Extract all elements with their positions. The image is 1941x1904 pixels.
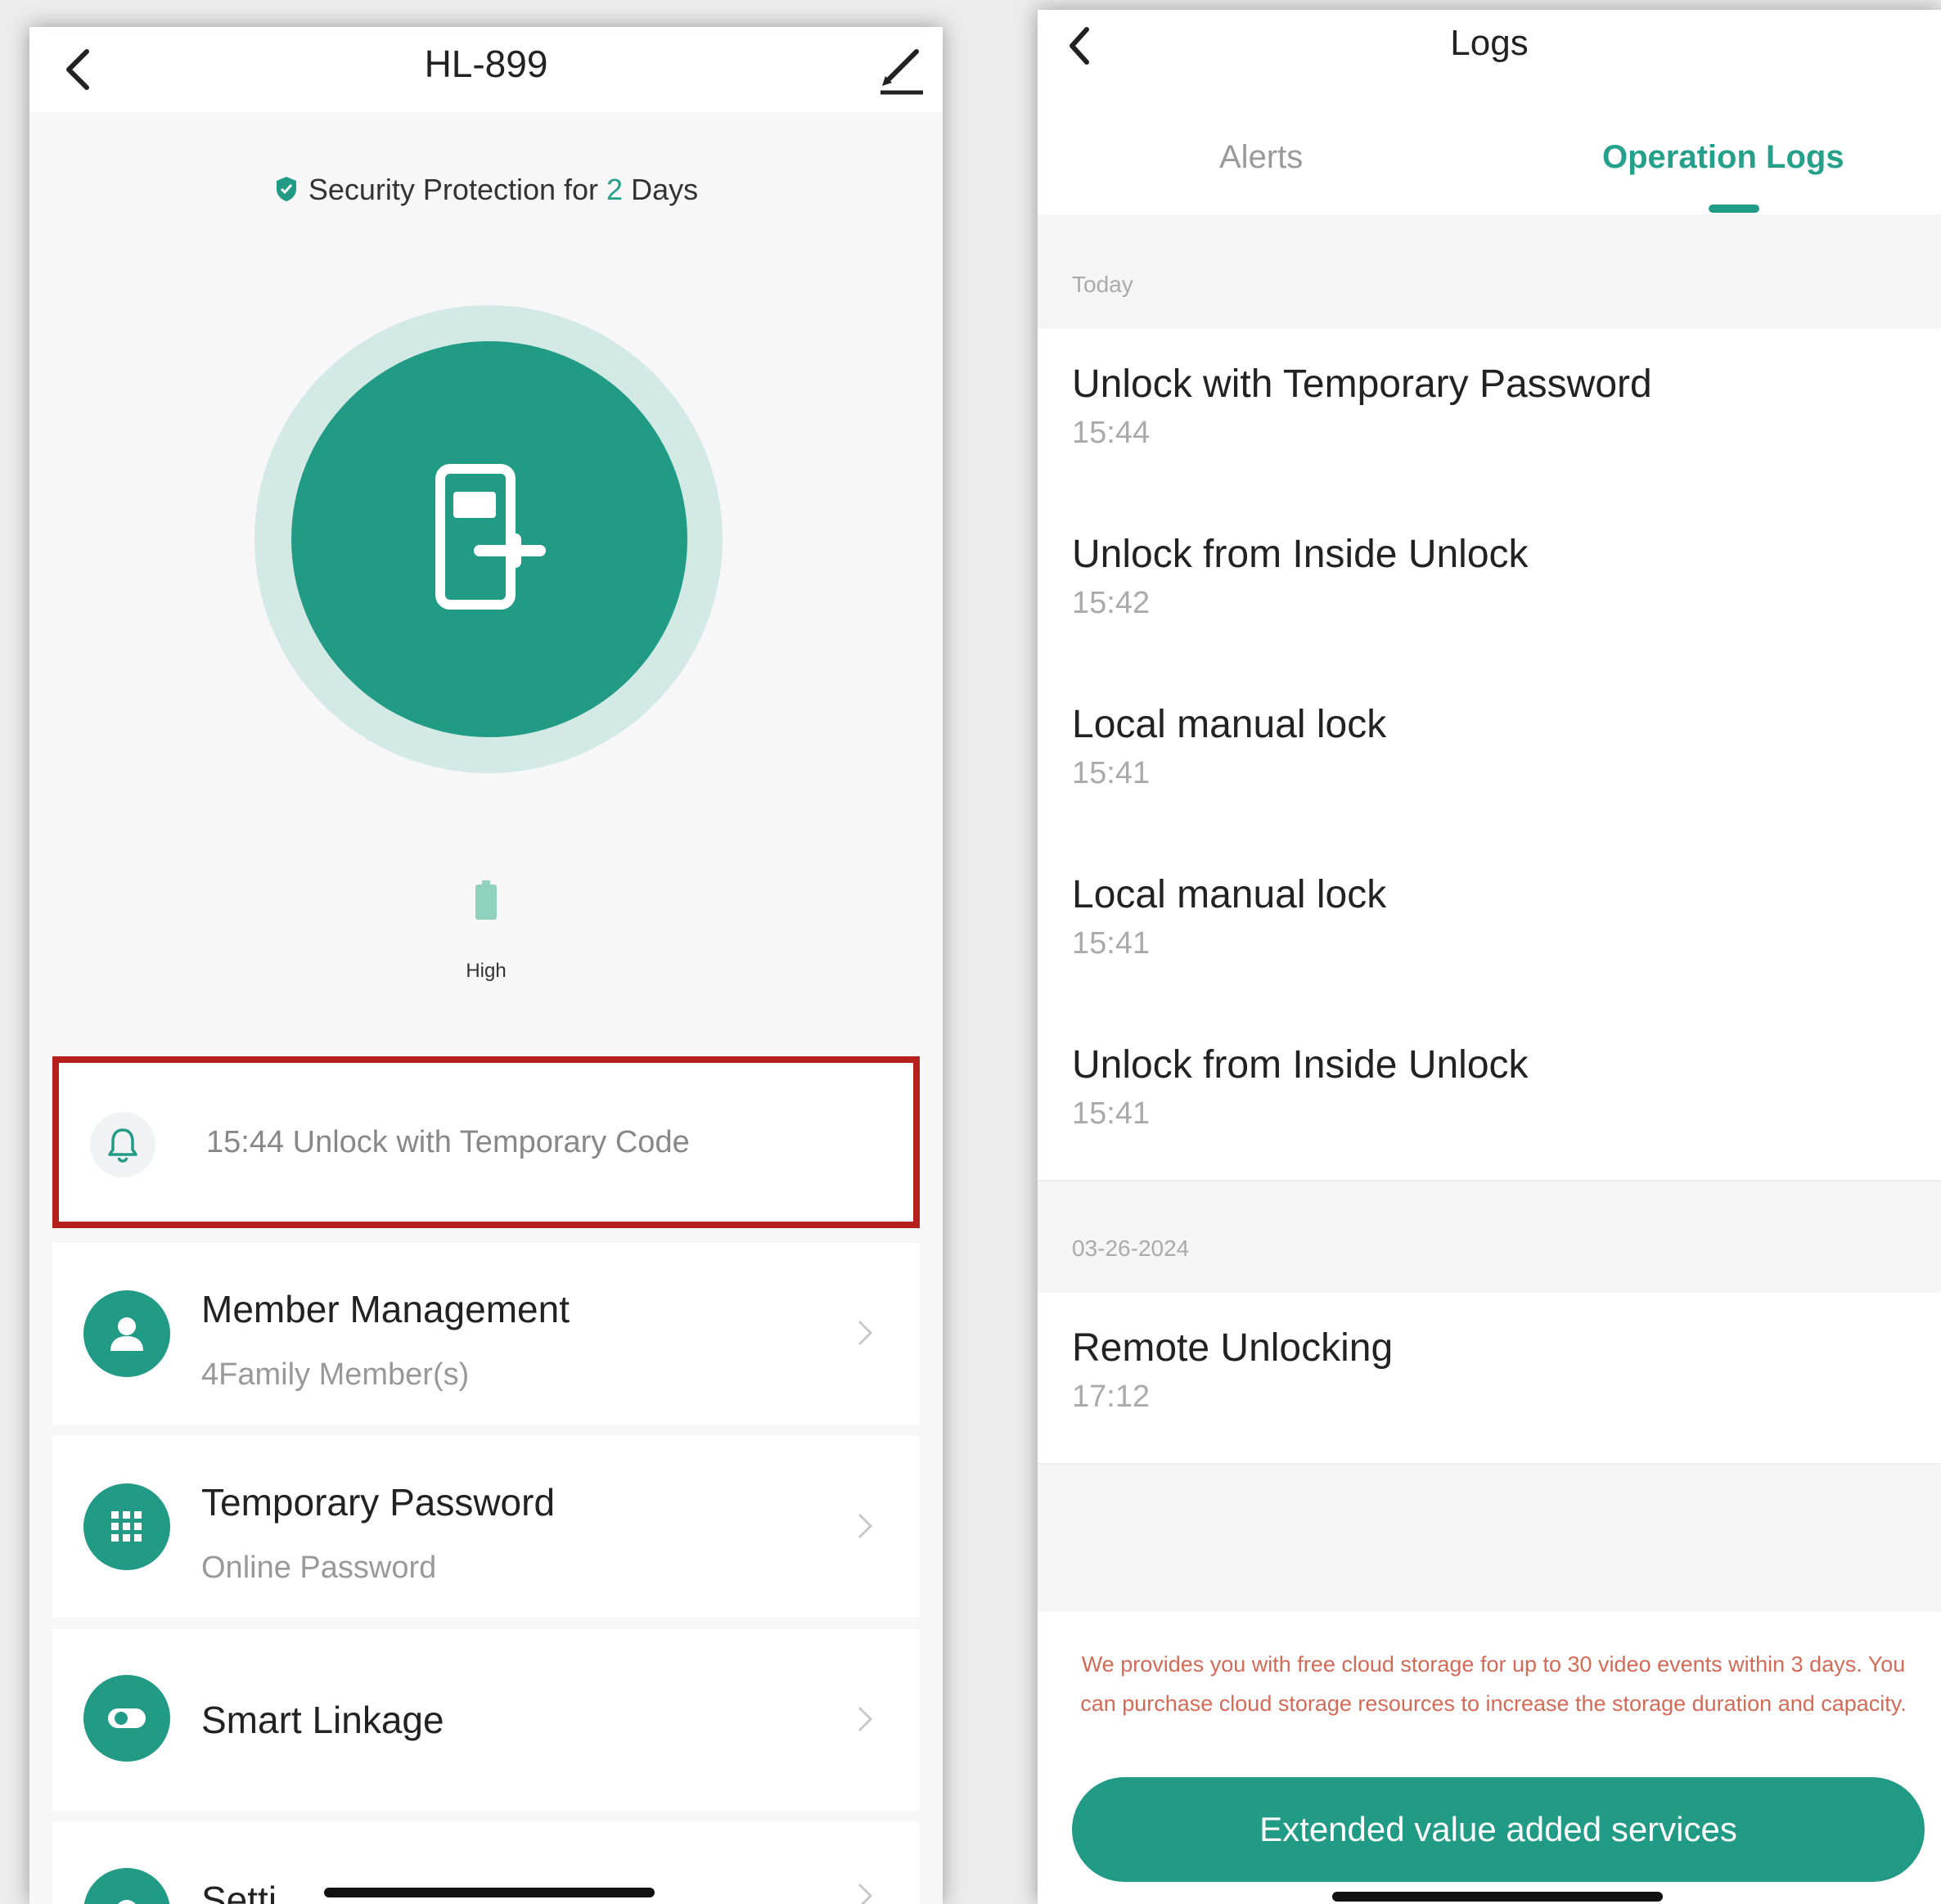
- section-label: 03-26-2024: [1072, 1236, 1190, 1261]
- extended-services-button[interactable]: Extended value added services: [1072, 1777, 1925, 1882]
- log-time: 17:12: [1072, 1380, 1151, 1414]
- active-tab-indicator: [1709, 205, 1759, 213]
- log-title: Local manual lock: [1072, 873, 1387, 916]
- menu-item-title: Member Management: [201, 1288, 570, 1330]
- menu-icon-circle: [83, 1483, 170, 1570]
- page-title: Logs: [1450, 23, 1529, 63]
- battery-level-label: High: [466, 960, 507, 982]
- section-label: Today: [1072, 272, 1133, 297]
- log-time: 15:41: [1072, 756, 1151, 790]
- log-title: Unlock from Inside Unlock: [1072, 533, 1529, 576]
- chevron-right-icon: [858, 1706, 873, 1732]
- security-suffix: Days: [631, 173, 699, 206]
- home-indicator[interactable]: [324, 1888, 655, 1897]
- log-item[interactable]: Local manual lock 15:41: [1038, 669, 1941, 839]
- security-prefix: Security Protection for: [308, 173, 599, 206]
- top-bar: HL-899: [29, 27, 943, 112]
- tab-operation-logs[interactable]: Operation Logs: [1602, 139, 1844, 176]
- tab-alerts[interactable]: Alerts: [1219, 139, 1303, 176]
- home-indicator[interactable]: [1332, 1892, 1663, 1902]
- log-title: Local manual lock: [1072, 703, 1387, 746]
- menu-item-title: Smart Linkage: [201, 1699, 444, 1741]
- latest-event-row[interactable]: 15:44 Unlock with Temporary Code: [52, 1056, 920, 1228]
- menu-item-member-management[interactable]: Member Management 4Family Member(s): [52, 1243, 920, 1425]
- log-title: Remote Unlocking: [1072, 1326, 1394, 1370]
- section-header-date: 03-26-2024: [1038, 1182, 1941, 1293]
- cloud-storage-notice: We provides you with free cloud storage …: [1080, 1652, 1907, 1716]
- log-item[interactable]: Remote Unlocking 17:12: [1038, 1293, 1941, 1465]
- menu-icon-circle: [83, 1675, 170, 1762]
- log-item[interactable]: Unlock from Inside Unlock 15:41: [1038, 1010, 1941, 1182]
- shield-check-icon: [276, 177, 296, 201]
- security-days-count: 2: [606, 173, 624, 206]
- menu-item-title: Temporary Password: [201, 1481, 556, 1524]
- empty-space: [1038, 1465, 1941, 1612]
- gear-icon: [118, 1900, 136, 1904]
- latest-event-text: 15:44 Unlock with Temporary Code: [206, 1125, 690, 1159]
- menu-icon-circle: [83, 1290, 170, 1377]
- menu-item-smart-linkage[interactable]: Smart Linkage: [52, 1629, 920, 1811]
- chevron-right-icon: [858, 1320, 873, 1346]
- battery-icon: [475, 880, 497, 920]
- top-bar: Logs: [1038, 10, 1941, 108]
- log-item[interactable]: Local manual lock 15:41: [1038, 839, 1941, 1011]
- log-time: 15:41: [1072, 926, 1151, 961]
- menu-icon-circle: [83, 1868, 170, 1904]
- log-title: Unlock from Inside Unlock: [1072, 1043, 1529, 1087]
- lock-control-button[interactable]: [291, 341, 687, 737]
- bell-icon: [108, 1128, 137, 1163]
- log-title: Unlock with Temporary Password: [1072, 362, 1652, 406]
- log-item[interactable]: Unlock from Inside Unlock 15:42: [1038, 499, 1941, 671]
- log-time: 15:41: [1072, 1096, 1151, 1131]
- page-title: HL-899: [424, 43, 548, 85]
- toggle-icon: [108, 1708, 146, 1728]
- keypad-icon: [111, 1511, 142, 1542]
- person-icon: [110, 1317, 143, 1351]
- section-header-today: Today: [1038, 214, 1941, 329]
- bell-icon-circle: [90, 1112, 155, 1177]
- chevron-right-icon: [858, 1513, 873, 1539]
- menu-item-subtitle: 4Family Member(s): [201, 1357, 470, 1392]
- door-lock-icon: [435, 464, 546, 610]
- menu-item-temporary-password[interactable]: Temporary Password Online Password: [52, 1436, 920, 1618]
- lock-home-screen: HL-899 Security Protection for 2 Days Hi…: [29, 27, 943, 1904]
- security-protection-status: Security Protection for 2 Days: [29, 173, 943, 207]
- edit-pencil-icon[interactable]: [874, 42, 928, 97]
- log-item[interactable]: Unlock with Temporary Password 15:44: [1038, 329, 1941, 501]
- logs-screen: Logs Alerts Operation Logs Today Unlock …: [1038, 10, 1941, 1904]
- chevron-right-icon: [858, 1883, 873, 1904]
- menu-item-subtitle: Online Password: [201, 1551, 437, 1585]
- menu-item-title: Setti: [201, 1879, 277, 1904]
- log-time: 15:42: [1072, 586, 1151, 620]
- log-time: 15:44: [1072, 416, 1151, 450]
- log-tabs: Alerts Operation Logs: [1038, 108, 1941, 214]
